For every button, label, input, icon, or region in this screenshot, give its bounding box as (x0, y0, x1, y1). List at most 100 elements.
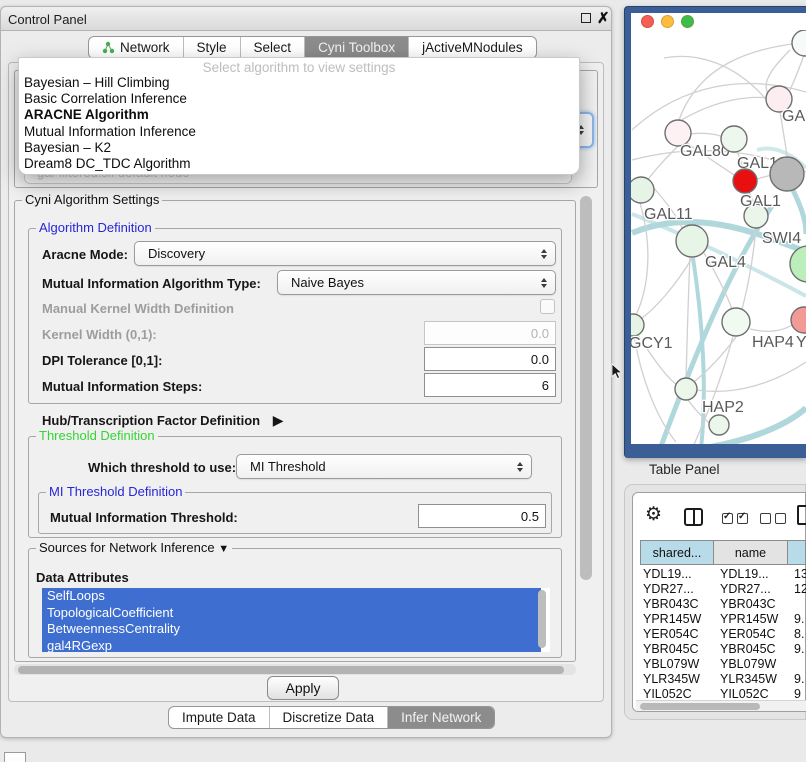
table-horizontal-scrollbar[interactable] (636, 700, 806, 711)
close-icon[interactable]: ✗ (597, 9, 610, 27)
attribute-list-scrollbar[interactable] (538, 590, 546, 648)
tab-network[interactable]: Network (89, 37, 183, 58)
manual-kernel-label: Manual Kernel Width Definition (42, 301, 234, 316)
table-cell: 13 (787, 567, 806, 581)
table-row[interactable]: YDL19...YDL19...13 (636, 566, 806, 581)
network-node-gal10[interactable] (721, 126, 747, 152)
threshold-definition-title: Threshold Definition (36, 429, 158, 443)
network-node-y[interactable] (791, 307, 806, 333)
aracne-mode-value: Discovery (148, 246, 205, 261)
network-node[interactable] (792, 30, 806, 56)
node-label: HAP4 (752, 334, 794, 351)
table-cell: YPR145W (713, 612, 787, 626)
apply-button[interactable]: Apply (267, 676, 339, 700)
tab-cyni-toolbox[interactable]: Cyni Toolbox (304, 37, 408, 58)
aracne-mode-label: Aracne Mode: (42, 247, 128, 262)
kernel-width-input[interactable] (424, 321, 556, 345)
mi-steps-input[interactable] (424, 373, 556, 397)
select-all-icon[interactable] (722, 513, 748, 524)
attribute-item[interactable]: SelfLoops (42, 588, 541, 605)
settings-horizontal-scrollbar[interactable] (14, 664, 576, 675)
algorithm-option[interactable]: Mutual Information Inference (19, 124, 579, 140)
network-node-hap4[interactable] (722, 308, 750, 336)
table-cell: YBL079W (713, 657, 787, 671)
node-label: GAL (782, 108, 806, 125)
column-header-name[interactable]: name (713, 540, 788, 565)
mi-threshold-label: Mutual Information Threshold: (50, 510, 238, 525)
algorithm-option[interactable]: ARACNE Algorithm (19, 107, 579, 123)
table-cell: YER054C (713, 627, 787, 641)
table-row[interactable]: YLR345WYLR345W9. (636, 671, 806, 686)
mac-close-button[interactable] (641, 15, 654, 28)
expand-right-icon: ▶ (273, 412, 284, 428)
table-cell: 9. (787, 672, 806, 686)
stepper-icon (541, 278, 547, 288)
attribute-item[interactable]: BetweennessCentrality (42, 621, 541, 638)
table-row[interactable]: YBL079WYBL079W (636, 656, 806, 671)
column-header-partial[interactable] (787, 540, 806, 565)
mi-threshold-input[interactable] (418, 504, 546, 528)
network-graph[interactable]: GALGAL80GAL10GAL11SWI4GAL4GCY1HAP4YHAP2G… (631, 30, 806, 444)
algorithm-option[interactable]: Bayesian – K2 (19, 140, 579, 156)
partial-widget (4, 752, 26, 762)
float-window-icon[interactable] (581, 13, 591, 23)
manual-kernel-checkbox[interactable] (540, 299, 555, 314)
column-header-shared-name[interactable]: shared... (640, 540, 714, 565)
aracne-mode-combo[interactable]: Discovery (134, 241, 556, 266)
algorithm-option[interactable]: Basic Correlation Inference (19, 91, 579, 107)
control-panel-title: Control Panel (8, 12, 87, 27)
network-node-gal4[interactable] (676, 225, 708, 257)
tab-infer-network[interactable]: Infer Network (387, 707, 494, 728)
table-cell: YIL052C (713, 687, 787, 701)
unchecked-box-icon (775, 513, 786, 524)
network-node[interactable] (733, 169, 757, 193)
tab-select[interactable]: Select (240, 37, 305, 58)
mac-zoom-button[interactable] (681, 15, 694, 28)
table-cell: YDR27... (636, 582, 713, 596)
document-icon[interactable] (797, 505, 806, 525)
table-cell: 9. (787, 612, 806, 626)
algorithm-options: Bayesian – Hill ClimbingBasic Correlatio… (19, 75, 579, 172)
network-node[interactable] (790, 246, 806, 282)
data-attributes-list[interactable]: SelfLoopsTopologicalCoefficientBetweenne… (42, 588, 550, 652)
node-label: GAL4 (705, 254, 746, 271)
deselect-all-icon[interactable] (760, 513, 786, 524)
control-panel-titlebar (1, 7, 611, 31)
table-row[interactable]: YBR045CYBR045C9. (636, 641, 806, 656)
mac-minimize-button[interactable] (661, 15, 674, 28)
network-node[interactable] (709, 415, 729, 435)
table-cell: YBL079W (636, 657, 713, 671)
network-node-gal11[interactable] (631, 177, 654, 203)
algorithm-dropdown: Select algorithm to view settings Bayesi… (18, 57, 580, 175)
mi-steps-label: Mutual Information Steps: (42, 379, 202, 394)
mi-type-combo[interactable]: Naive Bayes (277, 270, 556, 295)
table-body: YDL19...YDL19...13YDR27...YDR27...12YBR0… (636, 566, 806, 700)
column-layout-icon[interactable] (684, 508, 703, 526)
table-row[interactable]: YPR145WYPR145W9. (636, 611, 806, 626)
settings-vertical-scrollbar[interactable] (580, 196, 592, 580)
node-label: HAP2 (702, 399, 744, 416)
network-node-hap2[interactable] (675, 378, 697, 400)
cyni-settings-title: Cyni Algorithm Settings (22, 193, 162, 207)
algorithm-option[interactable]: Bayesian – Hill Climbing (19, 75, 579, 91)
algorithm-option[interactable]: Dream8 DC_TDC Algorithm (19, 156, 579, 172)
dpi-tolerance-input[interactable] (424, 347, 556, 371)
network-node[interactable] (770, 157, 804, 191)
attribute-item[interactable]: TopologicalCoefficient (42, 605, 541, 622)
table-cell: YDL19... (636, 567, 713, 581)
hub-definition-toggle[interactable]: Hub/Transcription Factor Definition ▶ (42, 412, 284, 429)
which-threshold-combo[interactable]: MI Threshold (236, 454, 532, 479)
table-row[interactable]: YIL052CYIL052C9 (636, 686, 806, 700)
table-row[interactable]: YDR27...YDR27...12 (636, 581, 806, 596)
tab-jactivemnodules[interactable]: jActiveMNodules (408, 37, 536, 58)
tab-style[interactable]: Style (183, 37, 240, 58)
attribute-item[interactable]: gal4RGexp (42, 638, 541, 653)
which-threshold-label: Which threshold to use: (88, 460, 236, 475)
sources-title[interactable]: Sources for Network Inference ▼ (36, 541, 232, 556)
table-row[interactable]: YBR043CYBR043C (636, 596, 806, 611)
algorithm-definition-title: Algorithm Definition (36, 221, 155, 235)
table-row[interactable]: YER054CYER054C8. (636, 626, 806, 641)
tab-impute-data[interactable]: Impute Data (169, 707, 269, 728)
gear-icon[interactable]: ⚙ (645, 504, 662, 526)
tab-discretize-data[interactable]: Discretize Data (269, 707, 388, 728)
